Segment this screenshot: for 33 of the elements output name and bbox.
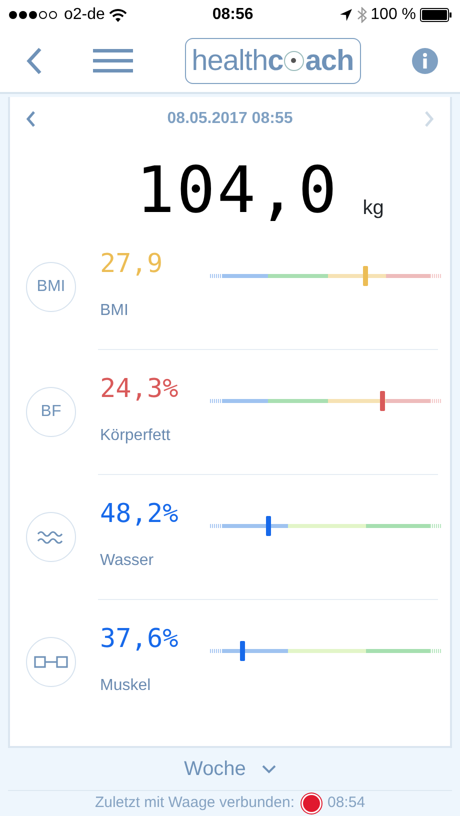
logo-dot-icon [284,51,304,71]
info-icon[interactable] [412,48,438,74]
wave-icon [37,529,65,545]
chevron-down-icon [262,764,276,774]
wifi-icon [108,8,127,22]
previous-icon[interactable] [26,111,36,127]
carrier-name: o2-de [64,5,105,25]
metric-label: BMI [100,301,130,321]
metric-value: 24,3% [100,376,180,402]
metric-label: Wasser [100,551,155,571]
metric-value: 37,6% [100,626,180,652]
connection-label: Zuletzt mit Waage verbunden: [94,793,294,814]
bluetooth-icon [356,7,367,23]
date-label: 08.05.2017 08:55 [167,109,293,129]
back-icon[interactable] [26,47,42,75]
connection-time: 08:54 [328,793,366,814]
dumbbell-icon [34,655,68,669]
menu-icon[interactable] [93,47,134,75]
period-dropdown[interactable]: Woche [184,754,276,784]
clock-time: 08:56 [211,5,254,25]
signal-icon [8,10,60,20]
metric-label: Muskel [100,676,152,696]
battery-icon [420,8,452,22]
metric-value: 27,9 [100,251,164,277]
weight-value: 104,0 [136,159,339,223]
battery-percent: 100 % [370,5,416,25]
metric-icon: BMI [26,262,76,312]
metric-value: 48,2% [100,501,180,527]
logo: healthc ach [184,38,361,84]
weight-unit: kg [362,196,384,221]
location-icon [338,8,353,22]
metric-label: Körperfett [100,426,172,446]
metric-icon: BF [26,387,76,437]
